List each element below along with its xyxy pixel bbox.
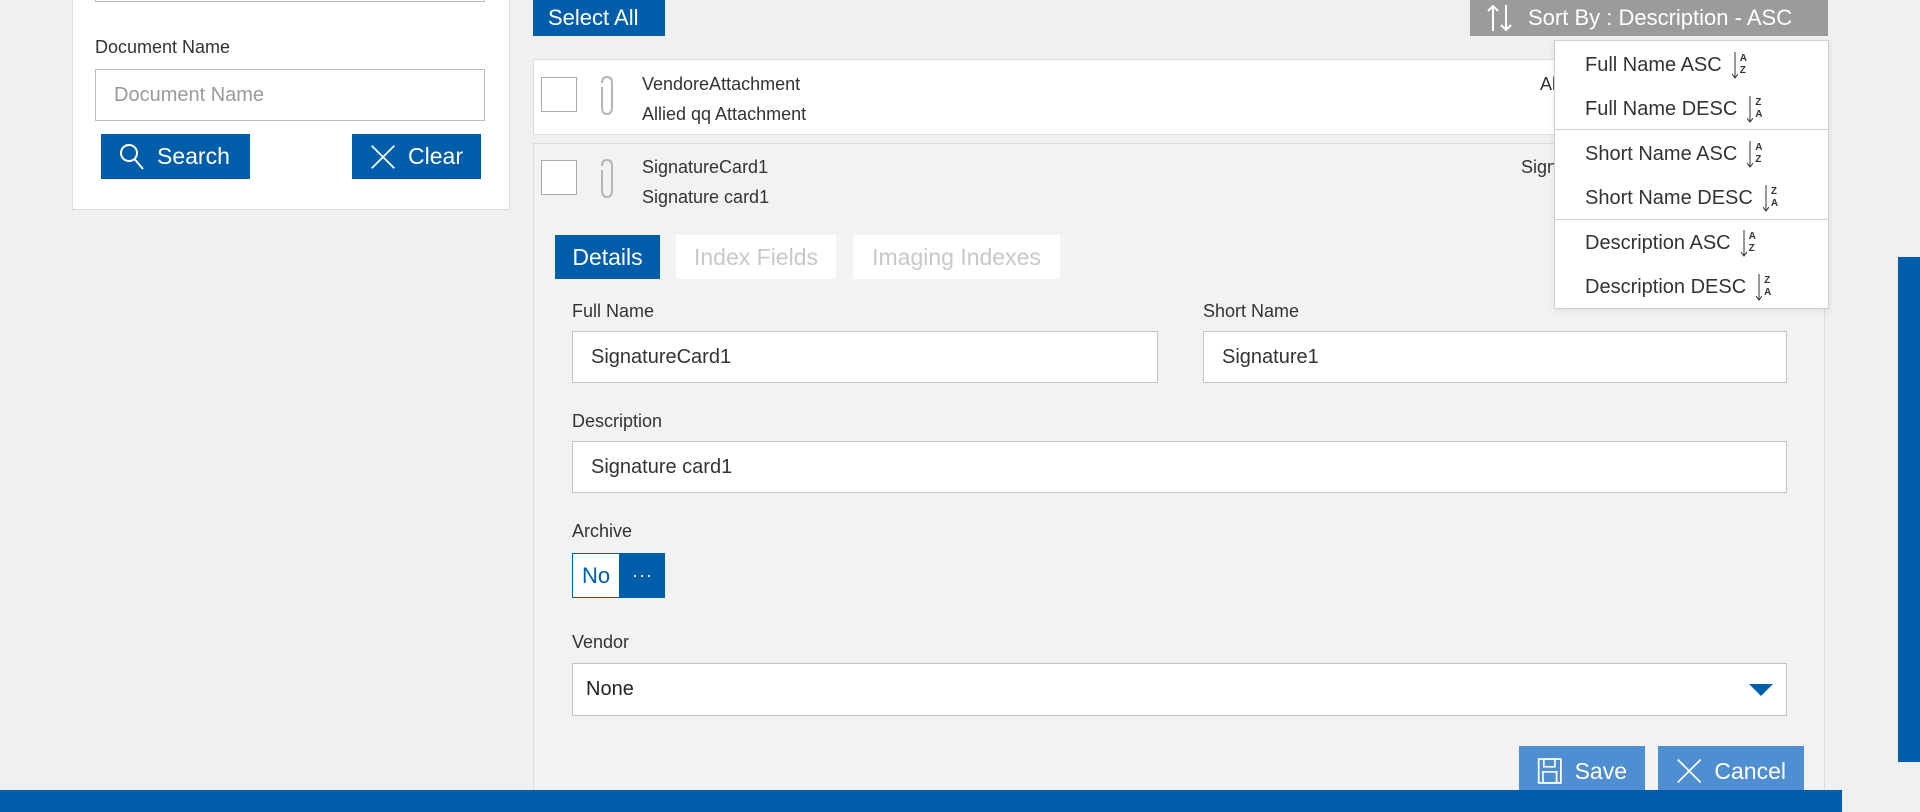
paperclip-icon xyxy=(601,158,613,199)
vendor-selected-value: None xyxy=(586,678,634,700)
description-field[interactable] xyxy=(572,441,1787,493)
close-icon xyxy=(1677,758,1702,784)
floppy-disk-icon xyxy=(1537,758,1562,784)
sort-ascending-icon: AZ xyxy=(1740,228,1756,258)
row-checkbox[interactable] xyxy=(541,77,577,112)
sort-option-short-name-desc[interactable]: Short Name DESC ZA xyxy=(1555,176,1828,220)
document-title: VendoreAttachment xyxy=(642,74,801,94)
sort-ascending-icon: AZ xyxy=(1731,50,1747,80)
filter-panel: Document Name Search Clear xyxy=(72,0,510,210)
sort-descending-icon: ZA xyxy=(1762,183,1779,213)
tab-index-fields[interactable]: Index Fields xyxy=(676,235,836,279)
close-icon xyxy=(371,144,395,169)
short-name-label: Short Name xyxy=(1203,301,1300,321)
description-label: Description xyxy=(572,411,663,431)
sort-arrows-icon xyxy=(1487,4,1512,32)
sort-order-to: A xyxy=(1764,287,1772,298)
sort-order-from: Z xyxy=(1770,186,1777,197)
archive-toggle[interactable]: No ··· xyxy=(572,553,665,598)
select-all-button[interactable]: Select All xyxy=(533,0,665,36)
sort-option-label: Short Name ASC xyxy=(1585,142,1738,165)
tab-imaging-indexes[interactable]: Imaging Indexes xyxy=(853,235,1060,279)
document-subtitle: Signature card1 xyxy=(642,187,770,207)
archive-more-button[interactable]: ··· xyxy=(620,553,665,598)
sort-descending-icon: ZA xyxy=(1747,94,1763,124)
clear-button[interactable]: Clear xyxy=(352,134,481,179)
cancel-button-label: Cancel xyxy=(1714,757,1786,784)
sort-order-to: A xyxy=(1755,109,1763,120)
document-title: SignatureCard1 xyxy=(642,157,769,177)
sort-order-to: Z xyxy=(1748,243,1755,254)
sort-order-to: Z xyxy=(1739,65,1746,76)
sort-order-to: A xyxy=(1770,198,1779,209)
sort-menu-divider xyxy=(1555,219,1828,220)
archive-value[interactable]: No xyxy=(572,553,620,598)
full-name-label: Full Name xyxy=(572,301,655,321)
full-name-field[interactable] xyxy=(572,331,1158,383)
search-icon xyxy=(120,143,144,170)
sort-order-to: Z xyxy=(1755,154,1762,165)
sort-order-from: Z xyxy=(1764,275,1771,286)
bottom-bar xyxy=(0,790,1842,812)
clear-button-label: Clear xyxy=(408,143,463,169)
paperclip-icon xyxy=(601,75,613,116)
sort-descending-icon: ZA xyxy=(1756,272,1771,302)
sort-order-from: A xyxy=(1748,231,1756,242)
cancel-button[interactable]: Cancel xyxy=(1658,746,1804,796)
sort-option-full-name-desc[interactable]: Full Name DESC ZA xyxy=(1555,87,1828,131)
sort-order-from: Z xyxy=(1755,97,1762,108)
vendor-label: Vendor xyxy=(572,632,630,652)
sort-option-label: Description ASC xyxy=(1585,231,1731,254)
sort-button-label: Sort By : Description - ASC xyxy=(1528,5,1793,30)
sort-option-label: Description DESC xyxy=(1585,275,1747,298)
document-name-input[interactable] xyxy=(95,69,485,121)
document-name-label: Document Name xyxy=(95,37,231,57)
archive-label: Archive xyxy=(572,521,633,541)
search-button[interactable]: Search xyxy=(101,134,250,179)
sort-menu-divider xyxy=(1555,129,1828,130)
sort-option-label: Full Name DESC xyxy=(1585,97,1738,120)
sort-order-from: A xyxy=(1739,53,1747,64)
save-button-label: Save xyxy=(1574,757,1627,784)
vendor-select[interactable]: None xyxy=(572,663,1787,716)
row-checkbox[interactable] xyxy=(541,160,577,195)
document-short-name: Sign xyxy=(1521,157,1558,177)
sort-option-label: Full Name ASC xyxy=(1585,53,1722,76)
chevron-down-icon xyxy=(1749,683,1773,696)
sort-menu: Full Name ASC AZ Full Name DESC ZA Short… xyxy=(1554,40,1829,309)
right-side-strip xyxy=(1898,257,1920,762)
sort-option-description-desc[interactable]: Description DESC ZA xyxy=(1555,265,1828,309)
sort-option-short-name-asc[interactable]: Short Name ASC AZ xyxy=(1555,132,1828,176)
sort-option-label: Short Name DESC xyxy=(1585,186,1753,209)
sort-order-from: A xyxy=(1755,142,1763,153)
save-button[interactable]: Save xyxy=(1519,746,1645,796)
tab-details[interactable]: Details xyxy=(555,235,660,279)
sort-option-full-name-asc[interactable]: Full Name ASC AZ xyxy=(1555,43,1828,87)
sort-button[interactable]: Sort By : Description - ASC xyxy=(1470,0,1828,36)
document-subtitle: Allied qq Attachment xyxy=(642,104,807,124)
sort-option-description-asc[interactable]: Description ASC AZ xyxy=(1555,221,1828,265)
sort-ascending-icon: AZ xyxy=(1747,139,1763,169)
filter-input-top[interactable] xyxy=(95,0,485,2)
short-name-field[interactable] xyxy=(1203,331,1787,383)
search-button-label: Search xyxy=(157,143,230,169)
